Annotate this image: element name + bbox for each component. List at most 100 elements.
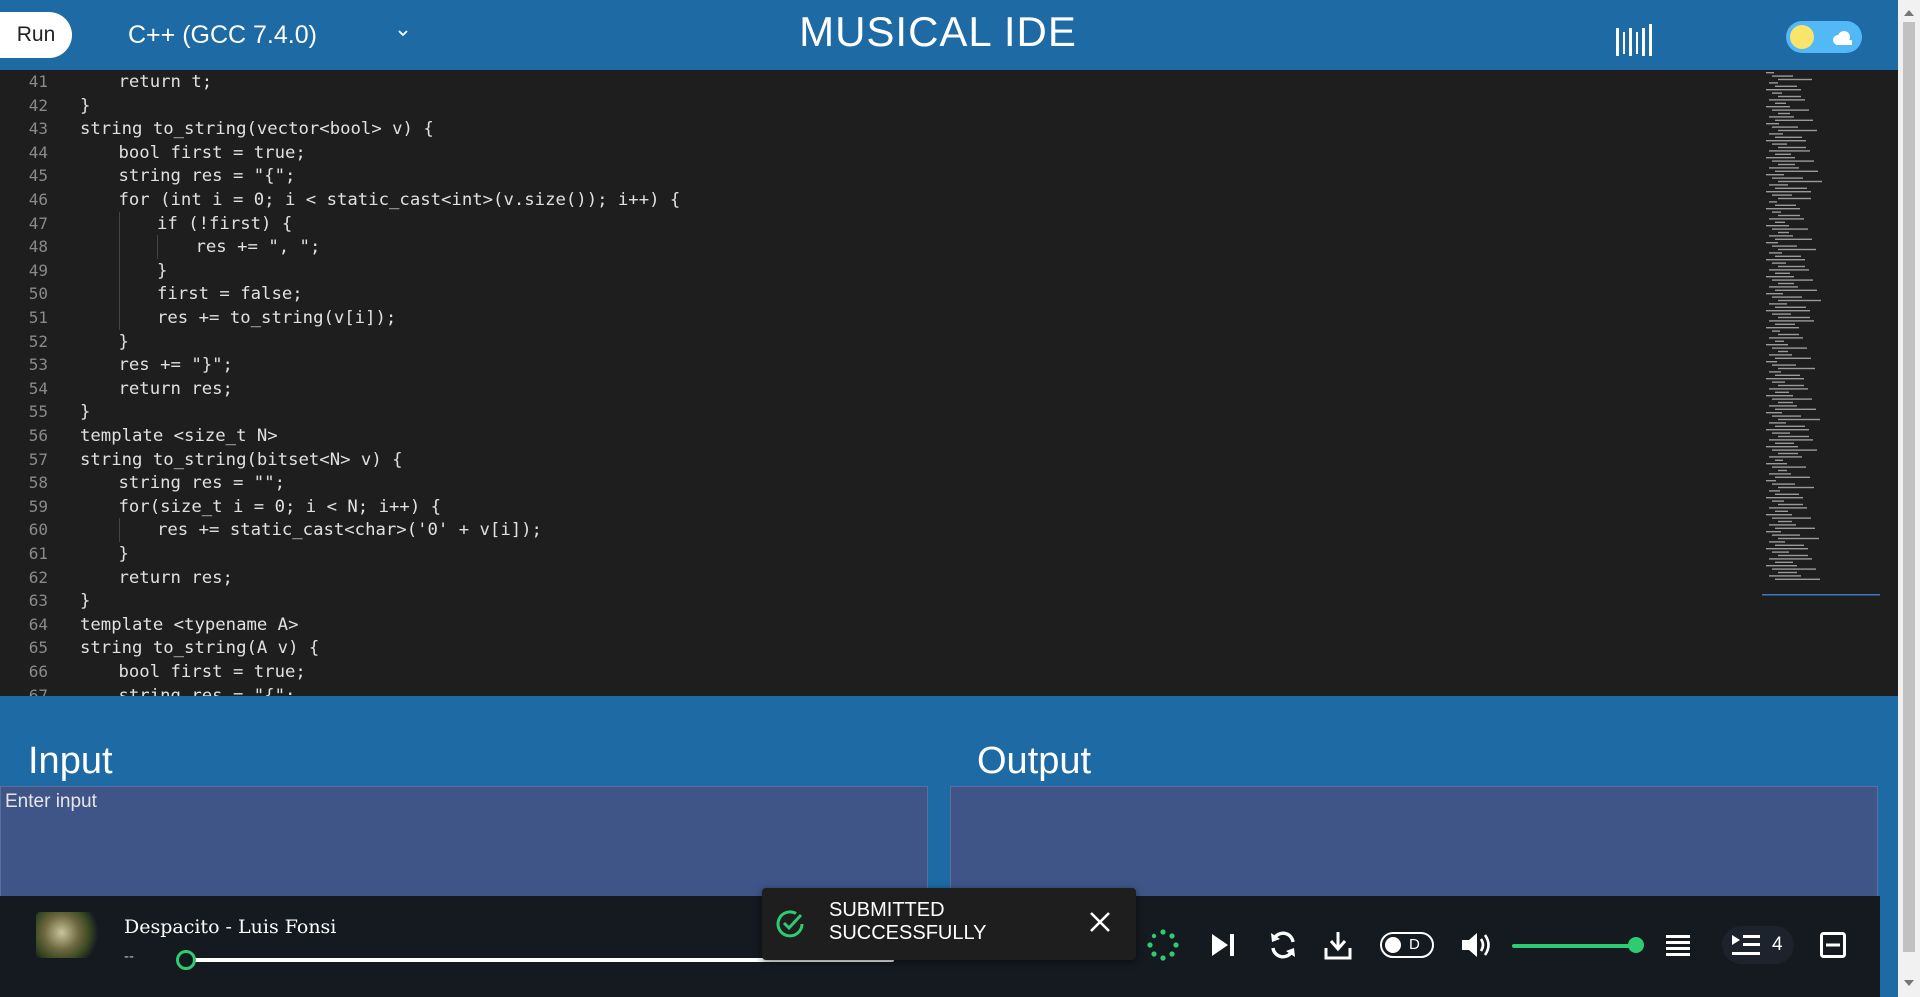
code-line[interactable]: 59 for(size_t i = 0; i < N; i++) { [0, 495, 1760, 519]
run-button[interactable]: Run [0, 12, 72, 58]
code-text: res += to_string(v[i]); [157, 308, 397, 328]
code-line[interactable]: 47 if (!first) { [0, 211, 1760, 236]
code-line[interactable]: 67 string res = "{"; [0, 684, 1760, 696]
language-select[interactable]: C++ (GCC 7.4.0) [128, 15, 418, 55]
progress-handle[interactable] [176, 950, 196, 970]
scroll-up-icon[interactable] [1904, 10, 1914, 16]
theme-toggle[interactable] [1786, 21, 1862, 53]
minimap-line [1769, 456, 1802, 458]
code-line[interactable]: 45 string res = "{"; [0, 164, 1760, 188]
minimap-line [1778, 231, 1789, 234]
code-line[interactable]: 43 string to_string(vector<bool> v) { [0, 117, 1760, 141]
minimap-line [1769, 490, 1780, 492]
code-line[interactable]: 65 string to_string(A v) { [0, 636, 1760, 660]
code-text: return t; [118, 72, 213, 92]
code-line[interactable]: 56 template <size_t N> [0, 424, 1760, 448]
minimap-line [1772, 347, 1807, 349]
minimap-line [1766, 548, 1808, 550]
code-line[interactable]: 66 bool first = true; [0, 660, 1760, 684]
minimap-line [1769, 235, 1793, 237]
skip-next-icon[interactable] [1210, 932, 1236, 958]
code-text: res += "}"; [118, 355, 233, 376]
line-number: 62 [28, 567, 48, 587]
code-line[interactable]: 57 string to_string(bitset<N> v) { [0, 448, 1760, 472]
code-line[interactable]: 41 return t; [0, 70, 1760, 94]
code-line[interactable]: 44 bool first = true; [0, 141, 1760, 165]
minimap-line [1775, 102, 1786, 104]
minimap-line [1769, 133, 1783, 135]
code-line[interactable]: 61} [0, 542, 1760, 566]
download-icon[interactable] [1324, 930, 1352, 960]
line-number: 43 [28, 119, 48, 139]
minimap-line [1775, 323, 1795, 325]
code-line[interactable]: 51 res += to_string(v[i]); [0, 306, 1760, 330]
code-line[interactable]: 63} [0, 589, 1760, 613]
volume-slider[interactable] [1512, 944, 1636, 948]
minimap-line [1766, 276, 1794, 278]
code-line[interactable]: 46 for (int i = 0; i < static_cast<int>(v… [0, 188, 1760, 212]
minimap-line [1778, 163, 1795, 166]
line-number: 65 [28, 638, 48, 658]
minimap-line [1766, 174, 1784, 176]
playlist-icon[interactable] [1666, 934, 1690, 956]
minimap-line [1766, 140, 1806, 142]
code-text: } [157, 260, 168, 281]
code-line[interactable]: 52} [0, 330, 1760, 354]
code-line[interactable]: 50 first = false; [0, 282, 1760, 306]
chevron-down-icon[interactable] [398, 28, 408, 38]
indent-guide [118, 518, 120, 542]
minimap-line [1769, 116, 1794, 118]
close-icon[interactable] [1088, 910, 1112, 934]
minimap-line [1775, 255, 1801, 257]
code-line[interactable]: 49} [0, 258, 1760, 283]
minimap-line [1772, 500, 1784, 502]
code-line[interactable]: 53 res += "}"; [0, 353, 1760, 377]
minimap-line [1769, 150, 1810, 152]
page-scrollbar[interactable] [1898, 0, 1920, 997]
scroll-down-icon[interactable] [1904, 980, 1914, 986]
code-editor[interactable]: 41 return t; 42} 43 string to_string(vector<… [0, 70, 1880, 696]
code-text: string res = "{"; [118, 685, 296, 696]
minimap-line [1772, 228, 1808, 230]
d-toggle[interactable]: D [1380, 932, 1434, 958]
top-bar: Run C++ (GCC 7.4.0) MUSICAL IDE [0, 0, 1898, 70]
code-text: for(size_t i = 0; i < N; i++) { [118, 496, 442, 517]
code-text: return res; [118, 378, 233, 399]
code-text: first = false; [157, 284, 303, 305]
toast-message: Submitted successfully [829, 899, 987, 944]
code-line[interactable]: 64 template <typename A> [0, 613, 1760, 637]
indent-guide [118, 258, 120, 283]
line-number: 53 [28, 355, 48, 375]
volume-handle[interactable] [1628, 937, 1644, 953]
minimap-line [1778, 571, 1797, 574]
minimap-line [1775, 204, 1796, 206]
minimap-line [1775, 408, 1816, 410]
minimap-line [1778, 435, 1809, 438]
code-line[interactable]: 55} [0, 400, 1760, 424]
queue-count: 4 [1772, 934, 1783, 955]
minimize-icon[interactable] [1820, 932, 1846, 958]
minimap[interactable] [1762, 70, 1880, 596]
code-line[interactable]: 54 return res; [0, 377, 1760, 401]
code-line[interactable]: 62 return res; [0, 566, 1760, 590]
toast-notification: Submitted successfully [762, 888, 1136, 960]
code-text: res += ", "; [195, 237, 321, 258]
code-line[interactable]: 48 res += ", "; [0, 235, 1760, 259]
indent-guide [157, 235, 158, 259]
cloud-icon [1833, 31, 1852, 45]
barcode-icon[interactable] [1614, 20, 1654, 60]
line-number: 45 [28, 166, 48, 186]
minimap-line [1766, 157, 1795, 159]
code-text: } [118, 544, 129, 564]
minimap-line [1775, 425, 1805, 427]
minimap-line [1772, 551, 1789, 553]
repeat-icon[interactable] [1268, 930, 1298, 960]
code-line[interactable]: 60 res += static_cast<char>('0' + v[i]); [0, 518, 1760, 542]
minimap-line [1766, 327, 1799, 329]
code-line[interactable]: 42} [0, 94, 1760, 118]
minimap-line [1772, 534, 1800, 536]
scroll-thumb[interactable] [1903, 22, 1915, 952]
code-line[interactable]: 58 string res = ""; [0, 471, 1760, 495]
minimap-line [1766, 480, 1776, 482]
volume-icon[interactable] [1460, 930, 1494, 960]
